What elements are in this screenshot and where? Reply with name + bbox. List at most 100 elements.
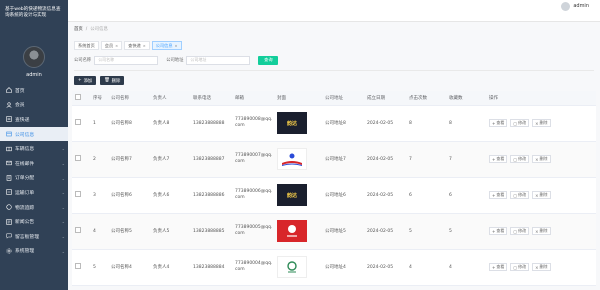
header-avatar[interactable]: [561, 2, 570, 11]
cell-company-name: 公司名称8: [108, 105, 150, 142]
tab-bar: 系统首页 会员 × 查快递 × 公司信息 ×: [74, 41, 182, 50]
row-checkbox[interactable]: [75, 119, 81, 125]
cell-company-name: 公司名称6: [108, 177, 150, 214]
header-operations: 操作: [486, 91, 596, 106]
view-button[interactable]: + 查看: [489, 263, 508, 271]
sidebar-item-member[interactable]: 会员: [0, 98, 68, 113]
cell-email: 773890005@qq.com: [232, 213, 274, 250]
delete-button[interactable]: × 删除: [532, 119, 551, 127]
cell-address: 公司地址7: [322, 141, 364, 178]
delete-label: 删除: [539, 192, 548, 197]
batch-delete-button[interactable]: 🗑 删除: [100, 76, 125, 85]
sidebar-item-label: 车辆信息: [15, 147, 35, 153]
cover-image: 韵达: [277, 112, 307, 134]
sidebar-item-label: 新闻公告: [15, 220, 35, 226]
avatar: [23, 46, 45, 68]
transport-icon: [6, 189, 12, 196]
row-checkbox[interactable]: [75, 263, 81, 269]
edit-button[interactable]: ▢ 修改: [510, 155, 530, 163]
sidebar-item-system[interactable]: 系统管理 ⌄: [0, 244, 68, 259]
tab-company[interactable]: 公司信息 ×: [151, 41, 182, 50]
edit-button[interactable]: ▢ 修改: [510, 227, 530, 235]
edit-button[interactable]: ▢ 修改: [510, 263, 530, 271]
view-button[interactable]: + 查看: [489, 227, 508, 235]
express-logo-icon: [287, 225, 297, 237]
cell-phone: 13823888887: [190, 141, 232, 178]
delete-button[interactable]: × 删除: [532, 155, 551, 163]
cover-image: [277, 148, 307, 170]
edit-button[interactable]: ▢ 修改: [510, 119, 530, 127]
row-checkbox[interactable]: [75, 191, 81, 197]
cell-company-name: 公司名称4: [108, 249, 150, 286]
tab-label: 查快递: [128, 42, 141, 48]
sidebar-item-label: 查快递: [15, 117, 30, 123]
edit-icon: ▢: [513, 264, 518, 270]
delete-button[interactable]: × 删除: [532, 227, 551, 235]
sidebar-item-home[interactable]: 首页: [0, 83, 68, 98]
sidebar-item-mail[interactable]: 在线邮件 ⌄: [0, 156, 68, 171]
sidebar-item-vehicle[interactable]: 车辆信息 ⌄: [0, 141, 68, 156]
edit-label: 修改: [518, 120, 527, 125]
tab-member[interactable]: 会员 ×: [100, 41, 123, 50]
tab-system-home[interactable]: 系统首页: [74, 41, 99, 50]
table-header-row: 序号 公司名称 负责人 联系电话 邮箱 封面 公司地址 成立日期 点击次数 收藏…: [72, 91, 596, 106]
table-row: 2 公司名称7 负责人7 13823888887 773890007@qq.co…: [72, 141, 596, 178]
close-icon: ×: [535, 120, 539, 126]
add-button-label: 添加: [83, 78, 93, 84]
sidebar-item-order-assign[interactable]: 订单分配 ⌄: [0, 171, 68, 186]
logistics-logo-icon: [282, 153, 302, 166]
tab-query-express[interactable]: 查快递 ×: [124, 41, 150, 50]
cell-favorites: 5: [446, 213, 486, 250]
header-select[interactable]: [72, 91, 90, 106]
close-icon: ×: [535, 228, 539, 234]
header-leader: 负责人: [150, 91, 190, 106]
sidebar-item-logistics-track[interactable]: 物流追踪 ⌄: [0, 200, 68, 215]
cell-leader: 负责人4: [150, 249, 190, 286]
sidebar-item-message-board[interactable]: 留言板管理 ⌄: [0, 229, 68, 244]
close-icon[interactable]: ×: [175, 44, 178, 48]
eye-icon: +: [492, 192, 496, 198]
cell-company-name: 公司名称7: [108, 141, 150, 178]
close-icon[interactable]: ×: [115, 44, 118, 48]
search-icon: [6, 116, 12, 123]
sidebar-item-news[interactable]: 新闻公告 ⌄: [0, 214, 68, 229]
company-name-input[interactable]: 公司名称: [94, 55, 159, 65]
cell-phone: 13823888884: [190, 249, 232, 286]
edit-icon: ▢: [513, 192, 518, 198]
header-address: 公司地址: [322, 91, 364, 106]
message-icon: [6, 233, 12, 240]
search-button[interactable]: 查询: [258, 55, 279, 65]
cell-clicks: 5: [406, 213, 446, 250]
header-username[interactable]: admin: [573, 3, 589, 9]
add-button[interactable]: + 添加: [74, 76, 97, 85]
view-button[interactable]: + 查看: [489, 155, 508, 163]
chevron-down-icon: ⌄: [61, 190, 65, 196]
delete-button[interactable]: × 删除: [532, 263, 551, 271]
cell-email: 773890008@qq.com: [232, 105, 274, 142]
breadcrumb-home[interactable]: 首页: [74, 26, 83, 32]
sidebar-item-transport-order[interactable]: 运输订单 ⌄: [0, 185, 68, 200]
view-button[interactable]: + 查看: [489, 119, 508, 127]
search-bar: 公司名称 公司名称 公司地址 公司地址 查询: [74, 55, 279, 65]
view-button[interactable]: + 查看: [489, 191, 508, 199]
select-all-checkbox[interactable]: [75, 93, 81, 100]
cell-favorites: 6: [446, 177, 486, 214]
row-checkbox[interactable]: [75, 227, 81, 233]
delete-button[interactable]: × 删除: [532, 191, 551, 199]
cell-operations: + 查看 ▢ 修改 × 删除: [486, 177, 596, 214]
sidebar-item-query-express[interactable]: 查快递: [0, 112, 68, 127]
sidebar-item-company[interactable]: 公司信息: [0, 126, 68, 142]
company-address-input[interactable]: 公司地址: [186, 55, 251, 65]
cell-index: 3: [90, 177, 108, 214]
edit-button[interactable]: ▢ 修改: [510, 191, 530, 199]
cell-phone: 13823888888: [190, 105, 232, 142]
header-clicks: 点击次数: [406, 91, 446, 106]
delete-label: 删除: [539, 228, 548, 233]
view-label: 查看: [496, 120, 505, 125]
cell-date: 2024-02-05: [364, 141, 406, 178]
cell-email: 773890006@qq.com: [232, 177, 274, 214]
edit-label: 修改: [518, 156, 527, 161]
truck-icon: [6, 146, 12, 152]
row-checkbox[interactable]: [75, 155, 81, 161]
close-icon[interactable]: ×: [143, 44, 146, 48]
